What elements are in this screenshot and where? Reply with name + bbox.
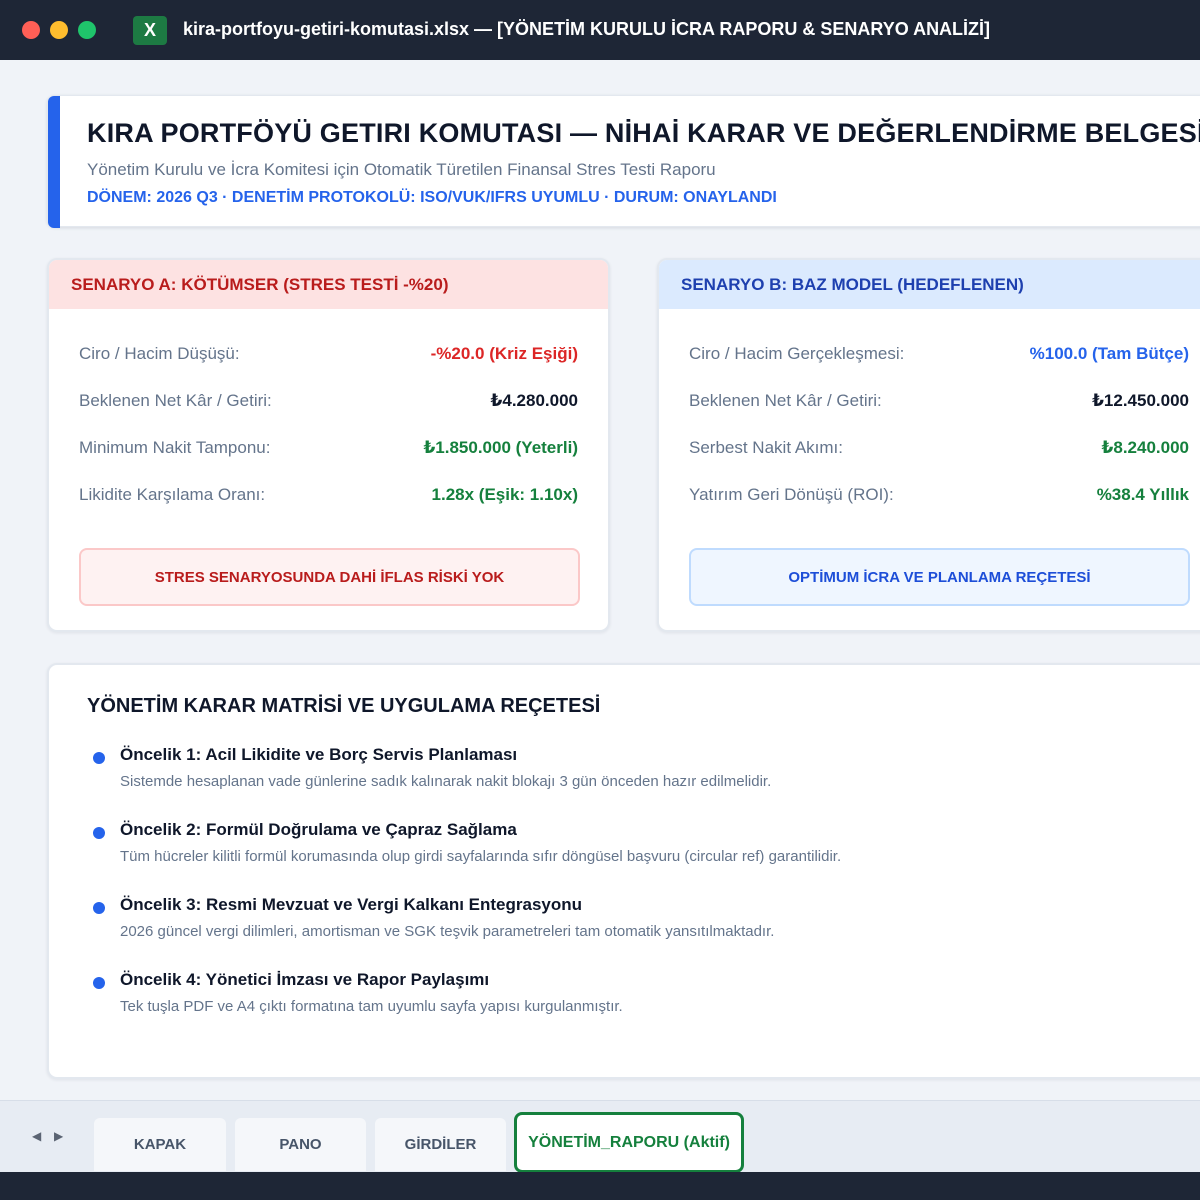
metric-label: Yatırım Geri Dönüşü (ROI): [689, 485, 894, 504]
metric-label: Serbest Nakit Akımı: [689, 438, 843, 457]
priority-description: 2026 güncel vergi dilimleri, amortisman … [120, 923, 775, 940]
page-subtitle: Yönetim Kurulu ve İcra Komitesi için Oto… [87, 160, 716, 179]
matrix-title: YÖNETİM KARAR MATRİSİ VE UYGULAMA REÇETE… [87, 695, 601, 717]
excel-app-icon: X [133, 16, 167, 45]
priority-title: Öncelik 2: Formül Doğrulama ve Çapraz Sa… [120, 820, 517, 839]
maximize-window-button[interactable] [78, 21, 96, 39]
page-title: KIRA PORTFÖYÜ GETIRI KOMUTASI — NİHAİ KA… [87, 118, 1200, 148]
metric-value: %38.4 Yıllık [1096, 485, 1189, 504]
priority-description: Sistemde hesaplanan vade günlerine sadık… [120, 773, 772, 790]
prev-sheet-icon[interactable]: ◀ [32, 1129, 41, 1143]
metric-value: %100.0 (Tam Bütçe) [1029, 344, 1189, 363]
next-sheet-icon[interactable]: ▶ [54, 1129, 63, 1143]
metric-value: 1.28x (Eşik: 1.10x) [431, 485, 578, 504]
tab-kapak[interactable]: KAPAK [94, 1118, 226, 1171]
scenario-a-title: SENARYO A: KÖTÜMSER (STRES TESTİ -%20) [49, 260, 608, 309]
report-meta: DÖNEM: 2026 Q3 · DENETİM PROTOKOLÜ: ISO/… [87, 189, 777, 206]
metric-label: Beklenen Net Kâr / Getiri: [689, 391, 882, 410]
status-bar [0, 1172, 1200, 1200]
window-title: kira-portfoyu-getiri-komutasi.xlsx — [YÖ… [183, 19, 991, 39]
close-window-button[interactable] [22, 21, 40, 39]
tab-yonetim-raporu[interactable]: YÖNETİM_RAPORU (Aktif) [514, 1112, 744, 1173]
decision-matrix-card: YÖNETİM KARAR MATRİSİ VE UYGULAMA REÇETE… [47, 663, 1200, 1079]
bullet-icon [93, 977, 105, 989]
scenario-b-card: SENARYO B: BAZ MODEL (HEDEFLENEN) Ciro /… [657, 258, 1200, 632]
sheet-tab-bar: ◀ ▶ KAPAK PANO GİRDİLER YÖNETİM_RAPORU (… [0, 1100, 1200, 1173]
scenario-a-card: SENARYO A: KÖTÜMSER (STRES TESTİ -%20) C… [47, 258, 610, 632]
scenario-b-metric-row: Ciro / Hacim Gerçekleşmesi: %100.0 (Tam … [689, 344, 1189, 368]
scenario-a-metric-row: Beklenen Net Kâr / Getiri: ₺4.280.000 [79, 391, 578, 415]
metric-value: ₺4.280.000 [490, 391, 578, 410]
bullet-icon [93, 752, 105, 764]
tab-pano[interactable]: PANO [235, 1118, 366, 1171]
metric-label: Ciro / Hacim Düşüşü: [79, 344, 240, 363]
metric-label: Minimum Nakit Tamponu: [79, 438, 271, 457]
priority-item: Öncelik 2: Formül Doğrulama ve Çapraz Sa… [91, 820, 1191, 880]
tab-girdiler[interactable]: GİRDİLER [375, 1118, 506, 1171]
priority-description: Tek tuşla PDF ve A4 çıktı formatına tam … [120, 998, 623, 1015]
window-titlebar: X kira-portfoyu-getiri-komutasi.xlsx — [… [0, 0, 1200, 60]
metric-label: Likidite Karşılama Oranı: [79, 485, 266, 504]
metric-value: ₺8.240.000 [1101, 438, 1189, 457]
scenario-b-metric-row: Beklenen Net Kâr / Getiri: ₺12.450.000 [689, 391, 1189, 415]
metric-value: ₺12.450.000 [1092, 391, 1189, 410]
metric-value: ₺1.850.000 (Yeterli) [423, 438, 578, 457]
scenario-b-metric-row: Yatırım Geri Dönüşü (ROI): %38.4 Yıllık [689, 485, 1189, 509]
priority-item: Öncelik 1: Acil Likidite ve Borç Servis … [91, 745, 1191, 805]
metric-label: Beklenen Net Kâr / Getiri: [79, 391, 272, 410]
header-accent-bar [48, 96, 60, 228]
minimize-window-button[interactable] [50, 21, 68, 39]
scenario-a-metric-row: Likidite Karşılama Oranı: 1.28x (Eşik: 1… [79, 485, 578, 509]
priority-description: Tüm hücreler kilitli formül korumasında … [120, 848, 842, 865]
priority-title: Öncelik 1: Acil Likidite ve Borç Servis … [120, 745, 518, 764]
metric-label: Ciro / Hacim Gerçekleşmesi: [689, 344, 905, 363]
priority-title: Öncelik 4: Yönetici İmzası ve Rapor Payl… [120, 970, 490, 989]
sheet-workspace: KIRA PORTFÖYÜ GETIRI KOMUTASI — NİHAİ KA… [0, 60, 1200, 1100]
metric-value: -%20.0 (Kriz Eşiği) [430, 344, 578, 363]
priority-title: Öncelik 3: Resmi Mevzuat ve Vergi Kalkan… [120, 895, 583, 914]
scenario-a-metric-row: Ciro / Hacim Düşüşü: -%20.0 (Kriz Eşiği) [79, 344, 578, 368]
priority-item: Öncelik 4: Yönetici İmzası ve Rapor Payl… [91, 970, 1191, 1030]
scenario-b-title: SENARYO B: BAZ MODEL (HEDEFLENEN) [659, 260, 1200, 309]
bullet-icon [93, 827, 105, 839]
no-bankruptcy-risk-button[interactable]: STRES SENARYOSUNDA DAHİ İFLAS RİSKİ YOK [79, 548, 580, 606]
scenario-b-metric-row: Serbest Nakit Akımı: ₺8.240.000 [689, 438, 1189, 462]
report-header-card: KIRA PORTFÖYÜ GETIRI KOMUTASI — NİHAİ KA… [47, 95, 1200, 228]
optimum-plan-button[interactable]: OPTİMUM İCRA VE PLANLAMA REÇETESİ [689, 548, 1190, 606]
priority-item: Öncelik 3: Resmi Mevzuat ve Vergi Kalkan… [91, 895, 1191, 955]
scenario-a-metric-row: Minimum Nakit Tamponu: ₺1.850.000 (Yeter… [79, 438, 578, 462]
bullet-icon [93, 902, 105, 914]
